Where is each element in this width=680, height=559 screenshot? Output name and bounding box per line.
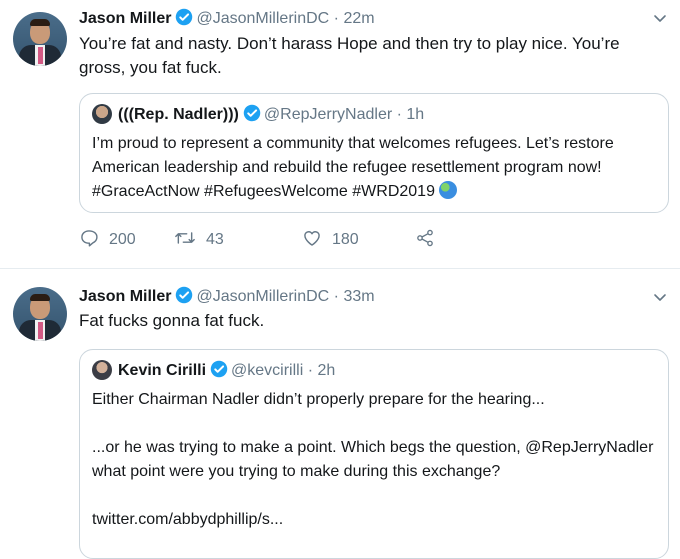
quoted-tweet[interactable]: Kevin Cirilli @kevcirilli · 2h Either Cha… [79, 349, 669, 559]
globe-emoji-icon [438, 181, 457, 199]
author-name[interactable]: Jason Miller [79, 288, 171, 305]
like-button[interactable]: 180 [302, 228, 359, 252]
reply-icon [81, 230, 98, 247]
separator-dot: · [333, 288, 339, 305]
avatar[interactable] [13, 12, 67, 66]
retweet-count: 43 [206, 231, 224, 248]
timestamp[interactable]: 33m [343, 288, 374, 305]
quoted-avatar [92, 360, 112, 380]
share-button[interactable] [414, 228, 446, 252]
tweet[interactable]: Jason Miller @JasonMillerinDC · 22m You’r… [0, 0, 680, 269]
avatar-tie [38, 47, 43, 64]
tweet-header: Jason Miller @JasonMillerinDC · 33m [79, 286, 375, 308]
verified-badge-icon [210, 360, 228, 378]
quoted-author-name: (((Rep. Nadler))) [118, 106, 239, 123]
quoted-text-line: Either Chairman Nadler didn’t properly p… [92, 391, 545, 408]
quoted-timestamp: 2h [317, 362, 336, 379]
quoted-author-handle: @RepJerryNadler [263, 106, 393, 123]
quoted-tweet[interactable]: (((Rep. Nadler))) @RepJerryNadler · 1h I’… [79, 93, 669, 213]
tweet[interactable]: Jason Miller @JasonMillerinDC · 33m Fat f… [0, 269, 680, 559]
chevron-down-icon[interactable] [652, 10, 668, 26]
quoted-link[interactable]: twitter.com/abbydphillip/s... [92, 508, 658, 532]
verified-badge-icon [176, 286, 193, 304]
avatar-tie [38, 322, 43, 339]
author-handle[interactable]: @JasonMillerinDC [196, 288, 329, 305]
author-handle[interactable]: @JasonMillerinDC [196, 10, 329, 27]
author-name[interactable]: Jason Miller [79, 10, 171, 27]
tweet-text: Fat fucks gonna fat fuck. [79, 311, 265, 330]
quoted-text-line: ...or he was trying to make a point. Whi… [92, 439, 654, 480]
separator-dot: · [333, 10, 339, 27]
quoted-tweet-header: Kevin Cirilli @kevcirilli · 2h [92, 360, 335, 382]
separator-dot: · [396, 106, 402, 123]
retweet-button[interactable]: 43 [174, 228, 224, 252]
verified-badge-icon [243, 104, 261, 122]
avatar-hair [30, 294, 50, 301]
avatar-hair [30, 19, 50, 26]
quoted-timestamp: 1h [406, 106, 425, 123]
like-count: 180 [332, 231, 359, 248]
action-bar: 200 43 180 [79, 228, 599, 252]
quoted-tweet-text: Either Chairman Nadler didn’t properly p… [92, 388, 658, 532]
quoted-author-handle: @kevcirilli [231, 362, 304, 379]
chevron-down-icon[interactable] [652, 289, 668, 305]
tweet-header: Jason Miller @JasonMillerinDC · 22m [79, 8, 375, 30]
quoted-text-content: I’m proud to represent a community that … [92, 135, 614, 200]
reply-button[interactable]: 200 [79, 228, 136, 252]
quoted-tweet-text: I’m proud to represent a community that … [92, 132, 658, 204]
quoted-tweet-header: (((Rep. Nadler))) @RepJerryNadler · 1h [92, 104, 424, 126]
quoted-avatar [92, 104, 112, 124]
share-icon [417, 229, 433, 247]
quoted-author-name: Kevin Cirilli [118, 362, 207, 379]
like-icon [304, 231, 320, 246]
tweet-text: You’re fat and nasty. Don’t harass Hope … [79, 34, 620, 77]
verified-badge-icon [176, 8, 193, 26]
separator-dot: · [307, 362, 314, 379]
timestamp[interactable]: 22m [343, 10, 374, 27]
avatar[interactable] [13, 287, 67, 341]
retweet-icon [175, 232, 195, 244]
reply-count: 200 [109, 231, 136, 248]
